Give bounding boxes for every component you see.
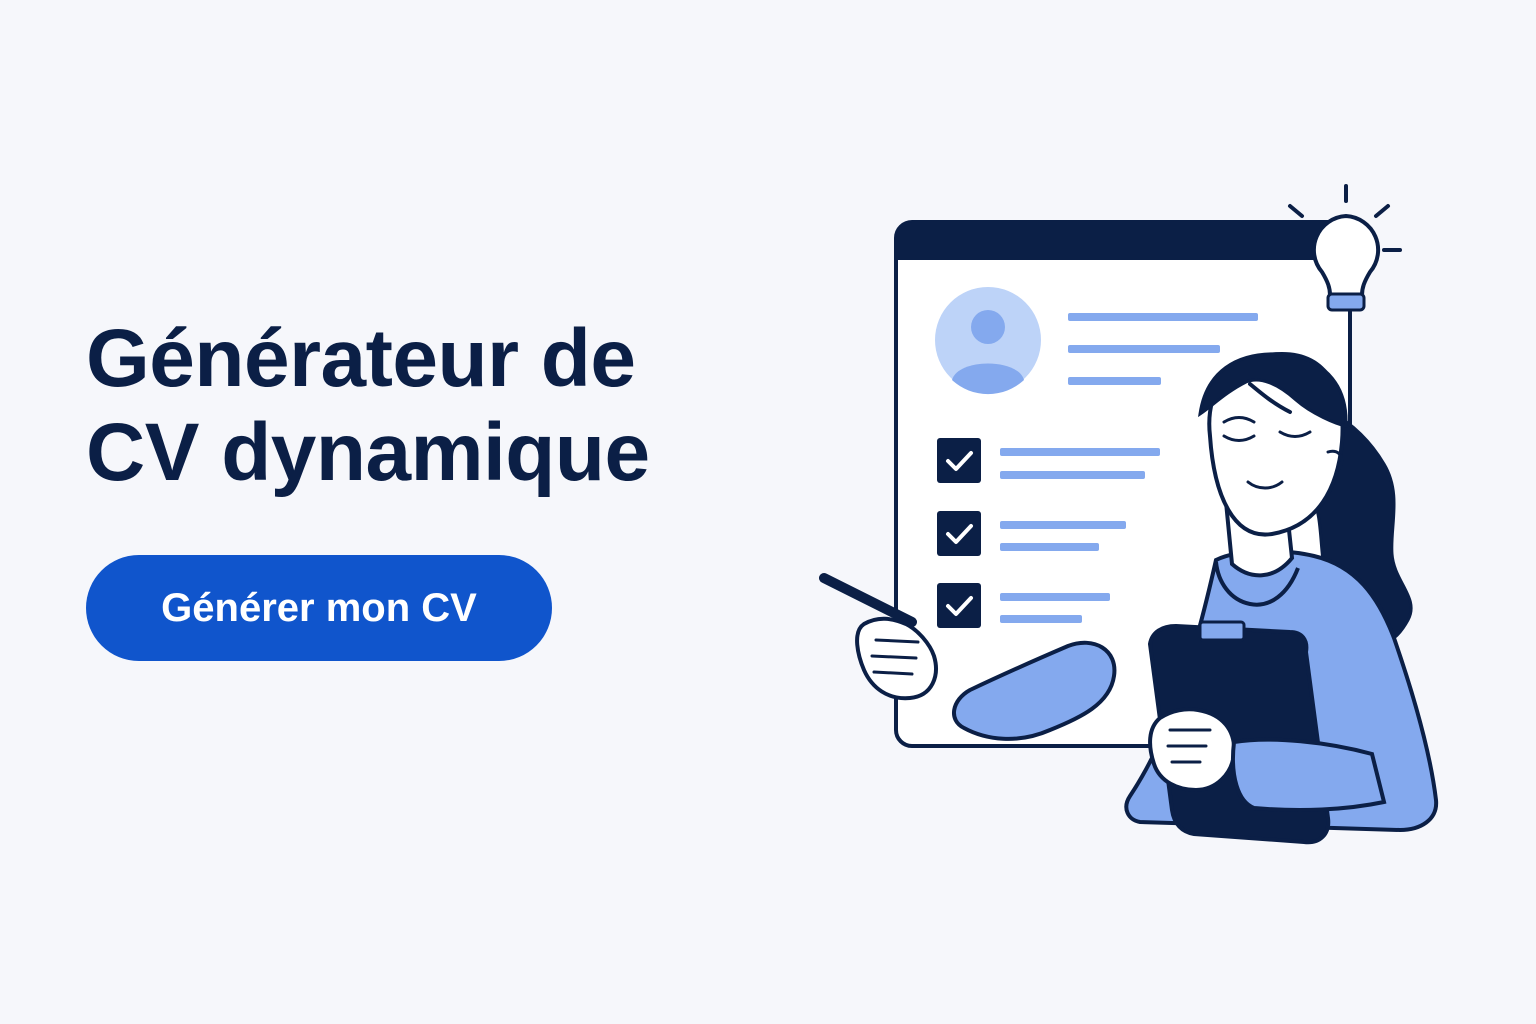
checkbox-checked-icon xyxy=(937,438,981,483)
hero-text-block: Générateur de CV dynamique xyxy=(86,312,726,500)
generate-cv-button[interactable]: Générer mon CV xyxy=(86,555,552,661)
checkbox-checked-icon xyxy=(937,511,981,556)
page-title: Générateur de CV dynamique xyxy=(86,312,726,500)
page-title-line-1: Générateur de xyxy=(86,313,636,404)
hero-illustration xyxy=(780,170,1460,870)
page-title-line-2: CV dynamique xyxy=(86,407,650,498)
checkbox-checked-icon xyxy=(937,583,981,628)
resume-illustration-svg xyxy=(819,184,1439,845)
